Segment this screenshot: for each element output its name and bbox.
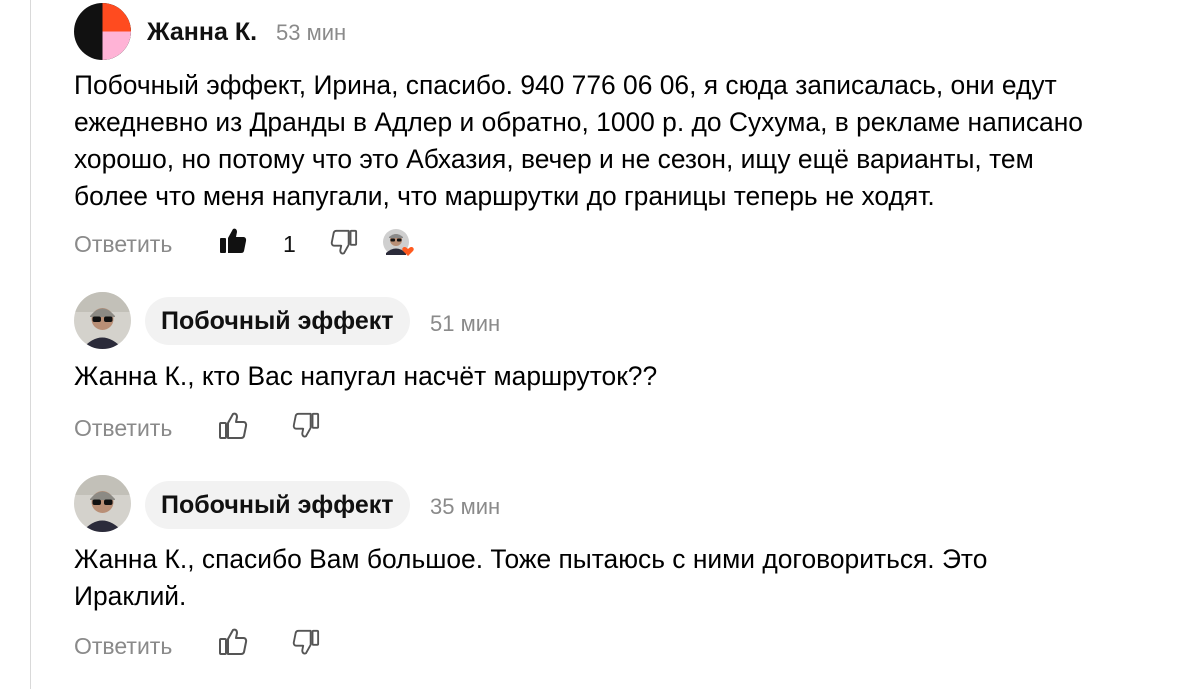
dislike-button[interactable] xyxy=(292,411,320,439)
author-avatar[interactable] xyxy=(74,475,131,532)
user-photo-avatar-icon xyxy=(74,475,131,532)
comment-author[interactable]: Жанна К. xyxy=(147,18,257,47)
comment-time: 51 мин xyxy=(430,311,501,336)
reply-button[interactable]: Ответить xyxy=(74,415,172,442)
author-avatar[interactable] xyxy=(74,292,131,349)
thumbs-up-icon xyxy=(219,628,248,655)
like-count: 1 xyxy=(283,231,296,257)
thumbs-up-filled-icon xyxy=(220,228,247,253)
dislike-button[interactable] xyxy=(292,628,320,656)
comment-text: Жанна К., спасибо Вам большое. Тоже пыта… xyxy=(74,544,988,611)
comment-time: 53 мин xyxy=(276,20,347,45)
like-button[interactable] xyxy=(218,226,248,256)
thumbs-down-icon xyxy=(292,629,320,655)
thumbs-down-icon xyxy=(330,229,358,255)
comment-time: 35 мин xyxy=(430,494,501,519)
reply-button[interactable]: Ответить xyxy=(74,231,172,258)
thumbs-down-icon xyxy=(292,412,320,438)
thread-left-border xyxy=(30,0,31,689)
user-photo-avatar-icon xyxy=(74,292,131,349)
comment-author-chip[interactable]: Побочный эффект xyxy=(145,481,410,529)
reply-button[interactable]: Ответить xyxy=(74,633,172,660)
comment-text: Побочный эффект, Ирина, спасибо. 940 776… xyxy=(74,70,1083,211)
comment-text: Жанна К., кто Вас напугал насчёт маршрут… xyxy=(74,361,658,391)
thumbs-up-icon xyxy=(219,412,248,439)
dislike-button[interactable] xyxy=(330,228,358,256)
like-button[interactable] xyxy=(218,627,248,657)
author-avatar-with-heart-icon xyxy=(383,229,414,256)
like-button[interactable] xyxy=(218,411,248,441)
author-liked-badge xyxy=(382,228,414,256)
logo-avatar-icon xyxy=(74,3,131,60)
comment-author-chip[interactable]: Побочный эффект xyxy=(145,297,410,345)
author-avatar[interactable] xyxy=(74,3,131,60)
